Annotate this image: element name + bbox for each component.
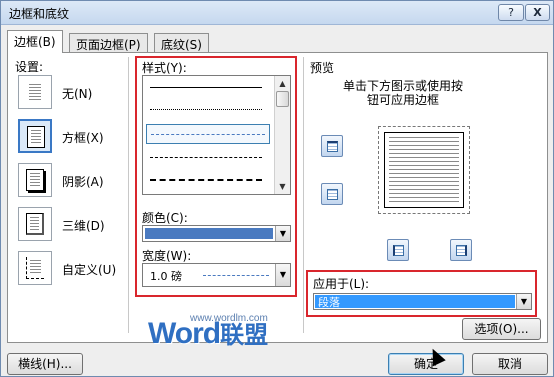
scroll-up-icon[interactable]: ▲ bbox=[275, 76, 290, 91]
style-label: 样式(Y): bbox=[142, 61, 187, 75]
top-border-icon bbox=[327, 141, 338, 152]
inner-horizontal-border-button[interactable] bbox=[321, 183, 343, 205]
preview-area[interactable] bbox=[374, 122, 476, 218]
preview-border bbox=[384, 132, 464, 208]
apply-to-value: 段落 bbox=[318, 296, 340, 309]
options-button[interactable]: 选项(O)... bbox=[462, 318, 541, 340]
3d-border-icon bbox=[26, 213, 44, 235]
style-listbox[interactable]: ▲ ▼ bbox=[142, 75, 291, 195]
color-dropdown[interactable]: ▼ bbox=[142, 225, 291, 242]
width-dropdown[interactable]: 1.0 磅 ▼ bbox=[142, 263, 291, 287]
style-option-dotted[interactable] bbox=[150, 109, 262, 110]
close-icon: X bbox=[533, 6, 542, 19]
watermark-url: www.wordlm.com bbox=[190, 313, 268, 324]
horizontal-line-button[interactable]: 横线(H)... bbox=[7, 353, 83, 375]
tab-page-border[interactable]: 页面边框(P) bbox=[69, 33, 148, 53]
setting-shadow-button[interactable] bbox=[18, 163, 52, 197]
width-label: 宽度(W): bbox=[142, 249, 192, 263]
preview-instruction: 单击下方图示或使用按钮可应用边框 bbox=[342, 79, 463, 107]
setting-custom-label[interactable]: 自定义(U) bbox=[62, 261, 116, 278]
dialog-title: 边框和底纹 bbox=[9, 7, 70, 21]
color-label: 颜色(C): bbox=[142, 211, 188, 225]
chevron-down-icon[interactable]: ▼ bbox=[275, 226, 290, 241]
help-button[interactable]: ? bbox=[498, 4, 524, 21]
style-scrollbar[interactable]: ▲ ▼ bbox=[274, 76, 290, 194]
tab-borders[interactable]: 边框(B) bbox=[7, 30, 63, 53]
settings-label: 设置: bbox=[15, 60, 44, 74]
setting-box-button[interactable] bbox=[18, 119, 52, 153]
color-swatch bbox=[145, 228, 273, 239]
setting-shadow-label[interactable]: 阴影(A) bbox=[62, 173, 104, 190]
divider bbox=[128, 57, 129, 333]
help-icon: ? bbox=[508, 6, 514, 19]
style-option-dashed[interactable] bbox=[150, 157, 262, 158]
chevron-down-icon[interactable]: ▼ bbox=[275, 264, 290, 286]
no-border-icon bbox=[26, 81, 44, 103]
ok-button[interactable]: 确定 bbox=[388, 353, 464, 375]
chevron-down-icon[interactable]: ▼ bbox=[516, 294, 531, 309]
setting-box-label[interactable]: 方框(X) bbox=[62, 129, 104, 146]
divider bbox=[303, 57, 304, 333]
title-bar: 边框和底纹 ? X bbox=[1, 1, 553, 25]
style-option-solid[interactable] bbox=[150, 87, 262, 88]
setting-none-label[interactable]: 无(N) bbox=[62, 85, 92, 102]
scroll-thumb[interactable] bbox=[276, 91, 289, 107]
setting-3d-label[interactable]: 三维(D) bbox=[62, 217, 105, 234]
right-border-icon bbox=[456, 245, 467, 256]
style-option-long-dashed[interactable] bbox=[150, 179, 262, 181]
setting-3d-button[interactable] bbox=[18, 207, 52, 241]
watermark-cn: 联盟 bbox=[220, 321, 269, 349]
apply-to-label: 应用于(L): bbox=[313, 277, 370, 291]
left-border-button[interactable] bbox=[387, 239, 409, 261]
right-border-button[interactable] bbox=[450, 239, 472, 261]
preview-text-lines bbox=[389, 137, 459, 203]
inner-horizontal-border-icon bbox=[327, 189, 338, 200]
scroll-down-icon[interactable]: ▼ bbox=[275, 179, 290, 194]
shadow-border-icon bbox=[26, 169, 44, 191]
top-border-button[interactable] bbox=[321, 135, 343, 157]
apply-to-selection bbox=[315, 295, 515, 308]
custom-border-icon bbox=[26, 257, 44, 279]
tab-panel-borders: 设置: 无(N) 方框(X) 阴影(A) 三维(D) 自定义(U) 样式(Y):… bbox=[7, 52, 548, 343]
preview-label: 预览 bbox=[310, 61, 335, 75]
width-line-sample bbox=[203, 275, 269, 276]
close-button[interactable]: X bbox=[525, 4, 550, 21]
setting-custom-button[interactable] bbox=[18, 251, 52, 285]
cancel-button[interactable]: 取消 bbox=[472, 353, 548, 375]
width-value: 1.0 磅 bbox=[150, 270, 182, 283]
tab-shading[interactable]: 底纹(S) bbox=[154, 33, 209, 53]
borders-and-shading-dialog: 边框和底纹 ? X 边框(B) 页面边框(P) 底纹(S) 设置: 无(N) 方… bbox=[0, 0, 554, 377]
left-border-icon bbox=[393, 245, 404, 256]
apply-to-dropdown[interactable]: 段落 ▼ bbox=[313, 293, 532, 310]
setting-none-button[interactable] bbox=[18, 75, 52, 109]
watermark-logo: www.wordlm.com Word联盟 bbox=[148, 313, 269, 351]
style-option-selected[interactable] bbox=[146, 124, 270, 144]
box-border-icon bbox=[27, 126, 45, 148]
